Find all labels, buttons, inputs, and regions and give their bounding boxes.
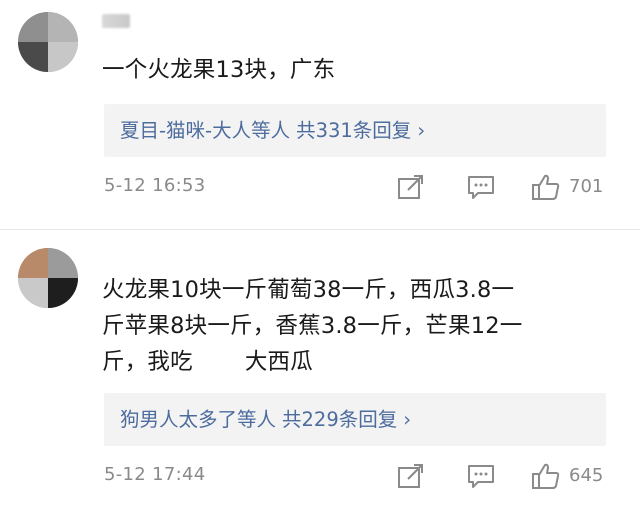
share-icon[interactable] [396,173,426,201]
comment-text: 火龙果10块一斤葡萄38一斤，西瓜3.8一 斤苹果8块一斤，香蕉3.8一斤，芒果… [102,272,616,380]
thumbs-up-icon[interactable] [531,462,561,490]
timestamp: 5-12 16:53 [104,175,206,196]
reply-summary[interactable]: 夏目-猫咪-大人等人 共331条回复 › [104,104,606,157]
comment-text-line: 斤，我吃 大西瓜 [102,344,616,380]
redacted-text [193,353,245,373]
like-count: 701 [569,176,604,197]
avatar[interactable] [18,248,78,308]
thumbs-up-icon[interactable] [531,173,561,201]
timestamp: 5-12 17:44 [104,464,206,485]
comment-text: 一个火龙果13块，广东 [102,57,336,83]
comment-meta: 5-12 17:44 645 [104,462,616,492]
comment-icon[interactable] [466,173,496,201]
username-redacted[interactable] [102,14,130,28]
comment-text-fragment: 斤，我吃 [102,349,193,375]
comment-feed: 一个火龙果13块，广东 夏目-猫咪-大人等人 共331条回复 › 5-12 16:5… [0,0,640,509]
comment-icon[interactable] [466,462,496,490]
reply-users: 夏目-猫咪-大人等人 [120,119,291,142]
comment-item: 火龙果10块一斤葡萄38一斤，西瓜3.8一 斤苹果8块一斤，香蕉3.8一斤，芒果… [0,238,640,509]
comment-meta: 5-12 16:53 701 [104,173,616,203]
avatar[interactable] [18,12,78,72]
like-count: 645 [569,465,604,486]
comment-item: 一个火龙果13块，广东 夏目-猫咪-大人等人 共331条回复 › 5-12 16:5… [0,0,640,222]
chevron-right-icon: › [403,408,412,431]
chevron-right-icon: › [417,119,426,142]
reply-count: 共229条回复 [282,408,398,431]
reply-summary[interactable]: 狗男人太多了等人 共229条回复 › [104,393,606,446]
share-icon[interactable] [396,462,426,490]
comment-text-line: 斤苹果8块一斤，香蕉3.8一斤，芒果12一 [102,313,523,339]
reply-count: 共331条回复 [296,119,412,142]
comment-text-fragment: 大西瓜 [244,349,313,375]
reply-users: 狗男人太多了等人 [120,408,277,431]
divider [0,229,640,230]
comment-text-line: 火龙果10块一斤葡萄38一斤，西瓜3.8一 [102,277,515,303]
